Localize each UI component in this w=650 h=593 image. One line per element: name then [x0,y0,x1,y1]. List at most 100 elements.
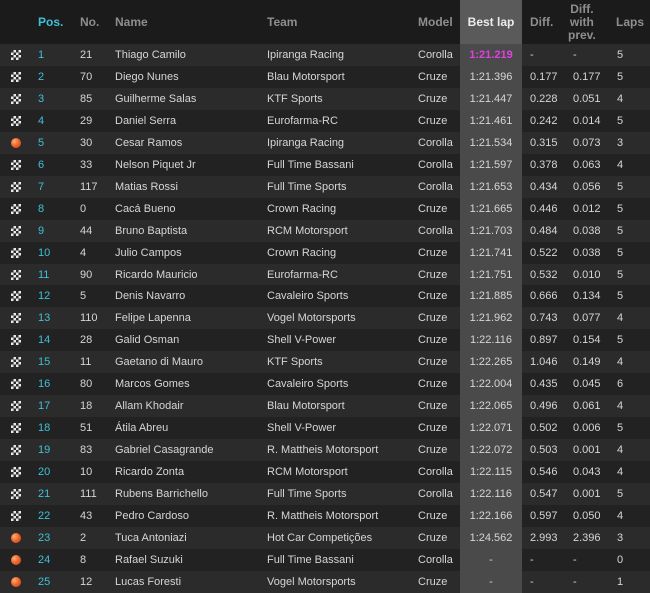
cell-model: Cruze [418,114,448,127]
table-row[interactable]: 19 83 Gabriel Casagrande R. Mattheis Motors… [0,439,650,462]
table-row[interactable]: 20 10 Ricardo Zonta RCM Motorsport Corolla 1:… [0,461,650,484]
flag-icon [11,357,21,368]
cell-model: Cruze [418,70,448,83]
cell-best: 1:21.703 [460,219,522,242]
col-header-best-lap[interactable]: Best lap [460,0,522,44]
table-row[interactable]: 23 2 Tuca Antoniazi Hot Car Competições Cruz… [0,526,650,549]
cell-pos: 20 [38,466,51,479]
cell-prev: 0.061 [573,400,601,413]
col-header-name[interactable]: Name [115,0,255,44]
cell-no: 12 [80,575,93,588]
cell-team: Eurofarma-RC [267,268,338,281]
cell-model: Cruze [418,531,448,544]
table-row[interactable]: 1 21 Thiago Camilo Ipiranga Racing Corolla 1:… [0,44,650,66]
cell-prev: 0.001 [573,488,601,500]
flag-icon [11,181,21,192]
cell-best: 1:21.962 [460,307,522,330]
cell-no: 0 [80,202,87,215]
cell-model: Corolla [418,49,453,61]
cell-diff: - [530,575,534,588]
cell-prev: 0.050 [573,509,601,522]
table-row[interactable]: 22 43 Pedro Cardoso R. Mattheis Motorsport C… [0,504,650,527]
cell-prev: 0.014 [573,114,601,127]
col-header-team[interactable]: Team [267,0,407,44]
cell-pos: 5 [38,136,45,149]
cell-prev: 0.154 [573,334,601,347]
cell-pos: 23 [38,531,51,544]
cell-name: Marcos Gomes [115,378,190,391]
cell-diff: 0.743 [530,312,558,325]
cell-pos: 25 [38,575,51,588]
flag-icon [11,115,21,126]
cell-team: Ipiranga Racing [267,49,345,61]
flag-icon [11,93,21,104]
table-row[interactable]: 11 90 Ricardo Mauricio Eurofarma-RC Cruze 1:2… [0,263,650,286]
cell-prev: 0.012 [573,202,601,215]
flag-icon [11,489,21,499]
table-row[interactable]: 24 8 Rafael Suzuki Full Time Bassani Corolla… [0,548,650,571]
cell-name: Rubens Barrichello [115,488,208,500]
cell-diff: 0.597 [530,509,558,522]
cell-diff: 0.484 [530,224,558,237]
cell-best: 1:22.116 [460,483,522,505]
cell-model: Cruze [418,444,448,457]
cell-laps: 4 [617,312,624,325]
cell-pos: 22 [38,509,51,522]
col-header-model[interactable]: Model [418,0,460,44]
cell-diff: 0.435 [530,378,558,391]
table-row[interactable]: 8 0 Cacá Bueno Crown Racing Cruze 1:21.665 0.4… [0,197,650,220]
col-header-laps[interactable]: Laps [616,0,648,44]
table-row[interactable]: 4 29 Daniel Serra Eurofarma-RC Cruze 1:21.461… [0,109,650,132]
table-row[interactable]: 10 4 Julio Campos Crown Racing Cruze 1:21.741… [0,241,650,264]
table-row[interactable]: 15 11 Gaetano di Mauro KTF Sports Cruze 1:22.… [0,351,650,374]
table-row[interactable]: 2 70 Diego Nunes Blau Motorsport Cruze 1:21.3… [0,65,650,88]
cell-best: 1:21.741 [460,241,522,264]
table-row[interactable]: 25 12 Lucas Foresti Vogel Motorsports Cruze -… [0,570,650,593]
cell-team: R. Mattheis Motorsport [267,509,379,522]
flag-icon [11,313,21,324]
cell-no: 28 [80,334,93,347]
cell-no: 21 [80,49,93,61]
cell-no: 51 [80,422,93,435]
cell-no: 10 [80,466,93,479]
cell-name: Ricardo Zonta [115,466,185,479]
table-row[interactable]: 6 33 Nelson Piquet Jr Full Time Bassani Coro… [0,153,650,176]
cell-prev: 0.073 [573,136,601,149]
col-header-diff[interactable]: Diff. [530,0,564,44]
table-row[interactable]: 14 28 Galid Osman Shell V-Power Cruze 1:22.11… [0,329,650,352]
table-row[interactable]: 13 110 Felipe Lapenna Vogel Motorsports Cruz… [0,307,650,330]
flag-icon [11,467,21,478]
cell-diff: 0.446 [530,202,558,215]
pit-icon [11,554,21,565]
flag-icon [11,423,21,434]
cell-laps: 5 [617,70,624,83]
table-row[interactable]: 7 117 Matias Rossi Full Time Sports Corolla 1… [0,175,650,198]
cell-no: 85 [80,92,93,105]
cell-model: Corolla [418,488,453,500]
cell-diff: 0.502 [530,422,558,435]
cell-model: Cruze [418,509,448,522]
cell-model: Cruze [418,246,448,259]
table-row[interactable]: 3 85 Guilherme Salas KTF Sports Cruze 1:21.44… [0,87,650,110]
col-header-pos[interactable]: Pos. [38,0,72,44]
table-row[interactable]: 18 51 Átila Abreu Shell V-Power Cruze 1:22.07… [0,417,650,440]
table-row[interactable]: 16 80 Marcos Gomes Cavaleiro Sports Cruze 1:2… [0,373,650,396]
cell-prev: - [573,575,577,588]
cell-laps: 5 [617,224,624,237]
table-row[interactable]: 9 44 Bruno Baptista RCM Motorsport Corolla 1:… [0,219,650,242]
cell-model: Cruze [418,378,448,391]
cell-team: Vogel Motorsports [267,312,356,325]
cell-no: 2 [80,531,87,544]
cell-team: Crown Racing [267,202,337,215]
table-row[interactable]: 21 111 Rubens Barrichello Full Time Sports C… [0,483,650,505]
cell-name: Lucas Foresti [115,575,182,588]
cell-laps: 4 [617,400,624,413]
cell-pos: 3 [38,92,45,105]
table-row[interactable]: 17 18 Allam Khodair Blau Motorsport Cruze 1:2… [0,395,650,418]
cell-prev: 0.056 [573,180,601,193]
table-row[interactable]: 5 30 Cesar Ramos Ipiranga Racing Corolla 1:21… [0,131,650,154]
col-header-no[interactable]: No. [80,0,110,44]
col-header-diff-prev[interactable]: Diff. with prev. [568,0,602,44]
table-row[interactable]: 12 5 Denis Navarro Cavaleiro Sports Cruze 1:2… [0,285,650,308]
cell-laps: 3 [617,531,624,544]
